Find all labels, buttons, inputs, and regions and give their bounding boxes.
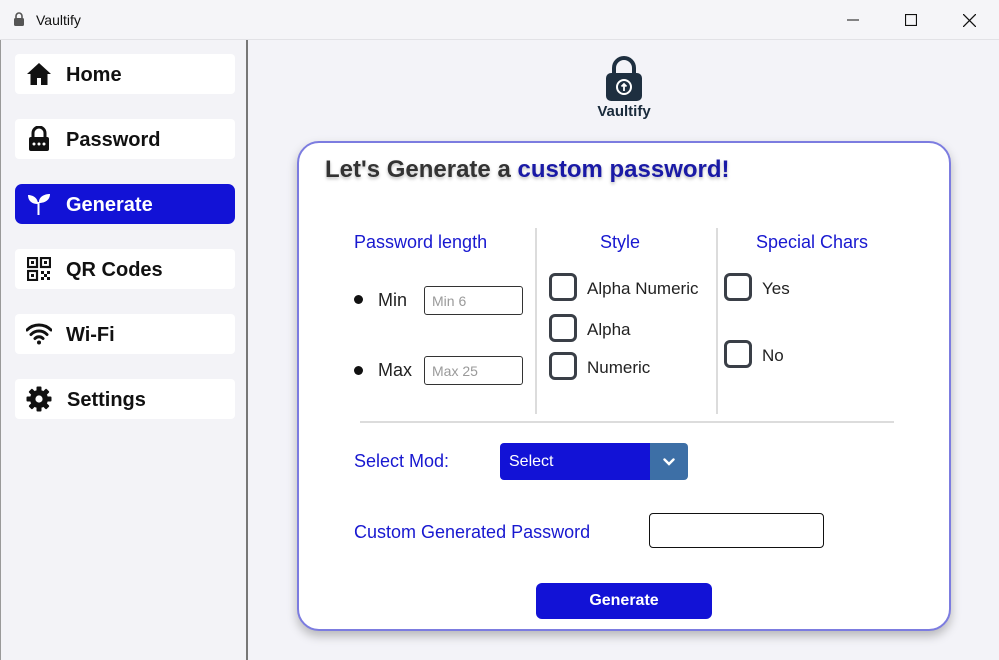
sidebar-item-label: Wi-Fi xyxy=(66,324,115,346)
sprout-icon xyxy=(26,192,52,216)
generated-password-label: Custom Generated Password xyxy=(354,522,591,542)
alpha-label: Alpha xyxy=(587,320,631,339)
maximize-icon xyxy=(905,14,917,26)
home-icon xyxy=(26,62,52,86)
generator-card xyxy=(297,141,951,631)
close-icon xyxy=(962,13,976,27)
special-yes-checkbox[interactable] xyxy=(724,273,752,301)
numeric-checkbox[interactable] xyxy=(549,352,577,380)
title-bar: Vaultify xyxy=(0,0,999,40)
select-mode-label: Select Mod: xyxy=(354,451,450,471)
card-title: Let's Generate a custom password! xyxy=(325,156,730,184)
special-no-checkbox[interactable] xyxy=(724,340,752,368)
bullet xyxy=(354,295,363,304)
generated-password-field[interactable] xyxy=(649,513,824,548)
sidebar-item-wifi[interactable]: Wi-Fi xyxy=(15,314,235,354)
special-yes-label: Yes xyxy=(762,279,790,298)
generate-button[interactable]: Generate xyxy=(536,583,712,619)
sidebar-item-label: QR Codes xyxy=(66,259,163,281)
special-chars-heading: Special Chars xyxy=(756,232,869,252)
mode-select[interactable]: Select xyxy=(500,443,688,480)
maximize-button[interactable] xyxy=(882,0,940,40)
sidebar-item-label: Settings xyxy=(67,389,146,411)
sidebar-item-label: Home xyxy=(66,64,122,86)
qr-code-icon xyxy=(26,257,52,281)
password-length-heading: Password length xyxy=(354,232,488,252)
sidebar-item-settings[interactable]: Settings xyxy=(15,379,235,419)
alpha-numeric-label: Alpha Numeric xyxy=(587,279,699,298)
special-no-label: No xyxy=(762,346,784,365)
numeric-label: Numeric xyxy=(587,358,651,377)
alpha-numeric-checkbox[interactable] xyxy=(549,273,577,301)
window-title: Vaultify xyxy=(36,12,81,28)
close-button[interactable] xyxy=(940,0,998,40)
section-divider xyxy=(360,421,894,423)
lock-icon xyxy=(26,126,52,151)
sidebar-item-label: Password xyxy=(66,129,161,151)
bullet xyxy=(354,366,363,375)
max-length-input[interactable] xyxy=(424,356,523,385)
app-lock-icon xyxy=(14,12,24,26)
min-label: Min xyxy=(378,290,408,310)
padlock-logo-icon xyxy=(606,56,642,101)
style-heading: Style xyxy=(600,232,641,252)
minimize-button[interactable] xyxy=(824,0,882,40)
sidebar-item-qr-codes[interactable]: QR Codes xyxy=(15,249,235,289)
max-label: Max xyxy=(378,360,413,380)
wifi-icon xyxy=(26,322,52,346)
minimize-icon xyxy=(847,19,859,21)
sidebar: Home Password Generate QR Codes Wi-Fi Se… xyxy=(0,40,248,660)
alpha-checkbox[interactable] xyxy=(549,314,577,342)
mode-select-value: Select xyxy=(500,443,650,480)
brand-name: Vaultify xyxy=(597,103,651,120)
column-divider xyxy=(535,228,537,414)
card-title-accent: custom password! xyxy=(517,156,730,183)
gear-icon xyxy=(26,386,52,412)
min-length-input[interactable] xyxy=(424,286,523,315)
sidebar-item-label: Generate xyxy=(66,194,153,216)
sidebar-item-generate[interactable]: Generate xyxy=(15,184,235,224)
sidebar-item-password[interactable]: Password xyxy=(15,119,235,159)
mode-select-arrow[interactable] xyxy=(650,443,688,480)
chevron-down-icon xyxy=(663,457,675,466)
sidebar-item-home[interactable]: Home xyxy=(15,54,235,94)
column-divider xyxy=(716,228,718,414)
card-title-prefix: Let's Generate a xyxy=(325,156,518,183)
